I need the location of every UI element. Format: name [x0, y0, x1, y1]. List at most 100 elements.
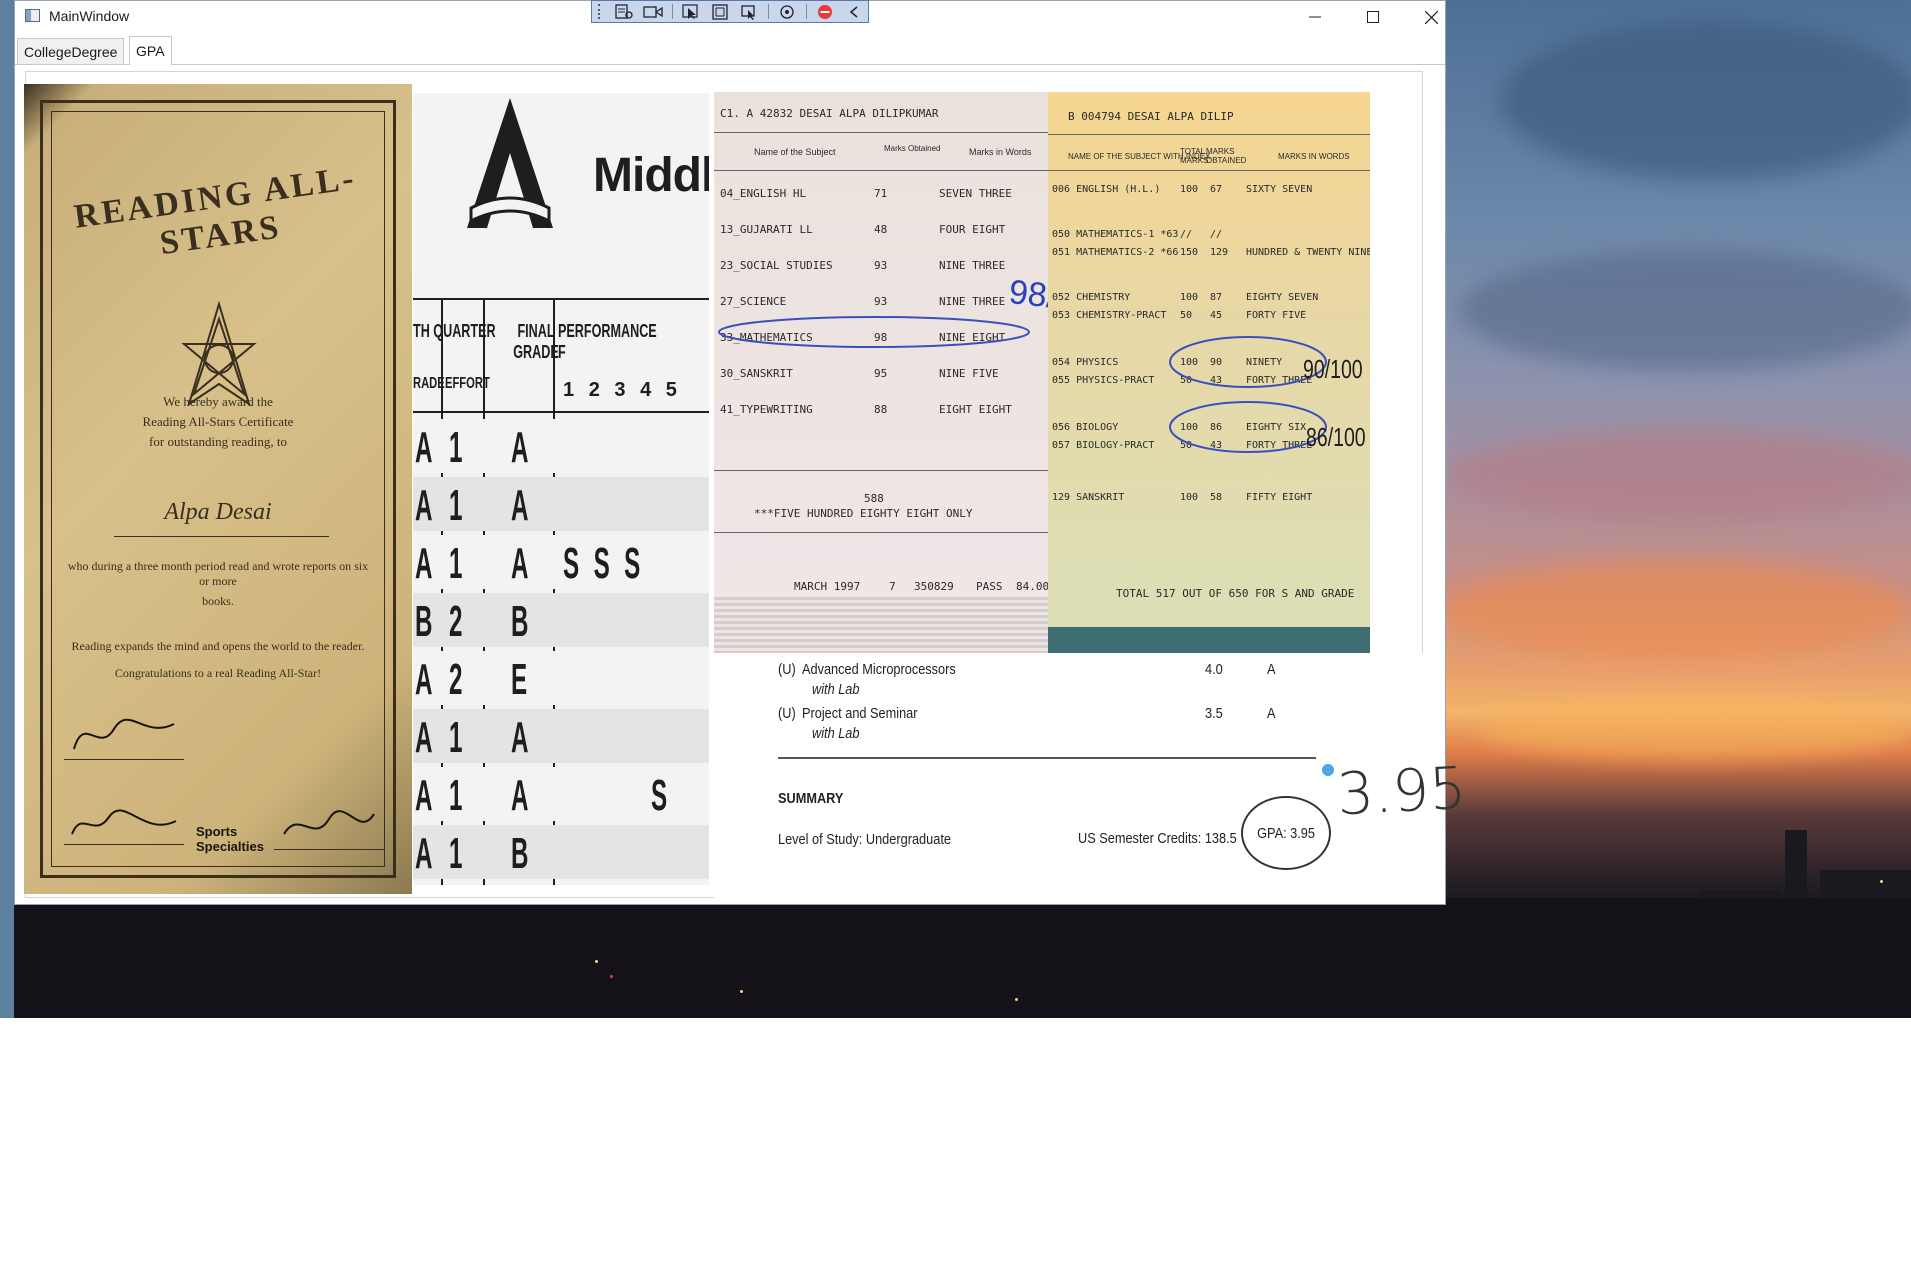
course-grade: A [1267, 661, 1276, 678]
words-cell: FOUR EIGHT [939, 223, 1006, 236]
total-cell: 93 [874, 295, 888, 308]
result: PASS [976, 580, 1003, 593]
school-logo [467, 98, 553, 228]
app-icon [25, 9, 40, 22]
certificate-line: Congratulations to a real Reading All-St… [114, 666, 322, 680]
exam-month: MARCH 1997 [794, 580, 861, 593]
grip-icon[interactable] [598, 4, 605, 19]
subject-cell: 23_SOCIAL STUDIES [720, 259, 833, 272]
certificate-line: Reading All-Stars Certificate [142, 414, 294, 429]
header-grade: RADE [413, 375, 445, 392]
minimize-button[interactable] [1286, 1, 1344, 33]
physics-annotation: 90/100 [1303, 354, 1363, 384]
level-of-study: Level of Study: Undergraduate [778, 831, 951, 848]
recipient-name: Alpa Desai [164, 499, 272, 525]
subject-cell: 056 BIOLOGY [1052, 422, 1119, 433]
debug-toolbar [591, 0, 869, 23]
handwritten-gpa: 3.95 [1335, 753, 1468, 829]
record-icon[interactable] [640, 2, 667, 21]
hot-reload-icon[interactable] [774, 2, 801, 21]
words-cell: FORTY FIVE [1246, 310, 1307, 321]
handwritten-annotation: 98/100 [1007, 273, 1048, 322]
display-adorners-icon[interactable] [707, 2, 734, 21]
percentage: 84.00 [1016, 580, 1048, 593]
collapse-icon[interactable] [841, 2, 868, 21]
words-cell: SEVEN THREE [939, 187, 1012, 200]
total-cell: 100 [1180, 292, 1199, 303]
subject-cell: 13_GUJARATI LL [720, 223, 813, 236]
grade-cell: A [415, 655, 433, 704]
total-cell: 93 [874, 259, 888, 272]
course-subtitle: with Lab [812, 681, 860, 698]
window-title: MainWindow [49, 8, 130, 24]
total-cell: 95 [874, 367, 888, 380]
course-grade: A [1267, 705, 1276, 722]
total-in-words: ***FIVE HUNDRED EIGHTY EIGHT ONLY [754, 507, 973, 520]
words-cell: NINE THREE [939, 295, 1006, 308]
summary-title: SUMMARY [778, 790, 844, 807]
col-words: MARKS IN WORDS [1278, 152, 1350, 161]
total-cell: 100 [1180, 492, 1199, 503]
total-cell: 150 [1180, 247, 1199, 258]
subject-cell: 050 MATHEMATICS-1 *63 [1052, 229, 1179, 240]
obtained-cell: 87 [1210, 292, 1223, 303]
subject-cell: 30_SANSKRIT [720, 367, 793, 380]
subject-cell: 051 MATHEMATICS-2 *66 [1052, 247, 1179, 258]
signature [64, 799, 184, 845]
tab-label: GPA [136, 43, 165, 59]
close-icon [1424, 10, 1438, 24]
tab-strip: CollegeDegree GPA [15, 36, 1445, 65]
marksheet-2-image: B 004794 DESAI ALPA DILIP NAME OF THE SU… [1048, 92, 1370, 653]
sponsor-logo: Sports Specialties [196, 824, 264, 854]
tab-gpa[interactable]: GPA [129, 36, 172, 65]
words-cell: SIXTY SEVEN [1246, 184, 1313, 195]
header-performance: PERFORMANCE F [558, 321, 657, 362]
maximize-button[interactable] [1344, 1, 1402, 33]
certificate-line: We hereby award the [163, 394, 273, 409]
words-cell: NINE FIVE [939, 367, 999, 380]
stop-icon[interactable] [812, 2, 839, 21]
effort-cell: 2 [449, 655, 463, 704]
highlight-circle [718, 316, 1030, 348]
effort-cell: 1 [449, 829, 463, 878]
effort-cell: 1 [449, 713, 463, 762]
col-total: TOTAL MARKS [1180, 147, 1209, 165]
grade-cell: A [415, 771, 433, 820]
close-button[interactable] [1402, 1, 1460, 33]
biology-annotation: 86/100 [1306, 422, 1366, 452]
col-obtained: MARKS OBTAINED [1206, 147, 1247, 165]
words-cell: HUNDRED & TWENTY NINE [1246, 247, 1370, 258]
live-visual-tree-icon[interactable] [611, 2, 638, 21]
final-grade-cell: B [511, 597, 529, 646]
certificate-line: who during a three month period read and… [67, 559, 369, 588]
final-grade-cell: A [511, 771, 529, 820]
gpa-circle: GPA: 3.95 [1241, 796, 1331, 870]
subject-cell: 006 ENGLISH (H.L.) [1052, 184, 1161, 195]
final-grade-cell: A [511, 539, 529, 588]
grade-cell: A [415, 539, 433, 588]
course-prefix: (U) [778, 661, 796, 678]
effort-cell: 1 [449, 771, 463, 820]
statement-number: 350829 [914, 580, 954, 593]
select-element-icon[interactable] [678, 2, 705, 21]
effort-cell: 1 [449, 481, 463, 530]
tab-collegedegree[interactable]: CollegeDegree [17, 38, 125, 64]
course-prefix: (U) [778, 705, 796, 722]
subject-cell: 129 SANSKRIT [1052, 492, 1125, 503]
final-grade-cell: B [511, 829, 529, 878]
obtained-cell: 58 [1210, 492, 1223, 503]
total-cell: 71 [874, 187, 888, 200]
marksheet-header: B 004794 DESAI ALPA DILIP [1068, 110, 1234, 123]
col-marks: Marks Obtained [884, 144, 941, 153]
final-grade-cell: A [511, 713, 529, 762]
subjects-offered: 7 [889, 580, 896, 593]
track-focus-icon[interactable] [736, 2, 763, 21]
effort-cell: 1 [449, 423, 463, 472]
effort-cell: 2 [449, 597, 463, 646]
col-subject: Name of the Subject [754, 147, 836, 157]
total-line: TOTAL 517 OUT OF 650 FOR S AND GRADE [1116, 587, 1355, 600]
grade-cell: B [415, 597, 433, 646]
subject-cell: 055 PHYSICS-PRACT [1052, 375, 1155, 386]
certificate-image: READING ALL-STARS We hereby award the Re… [24, 84, 412, 894]
col-words: Marks in Words [969, 147, 1032, 157]
